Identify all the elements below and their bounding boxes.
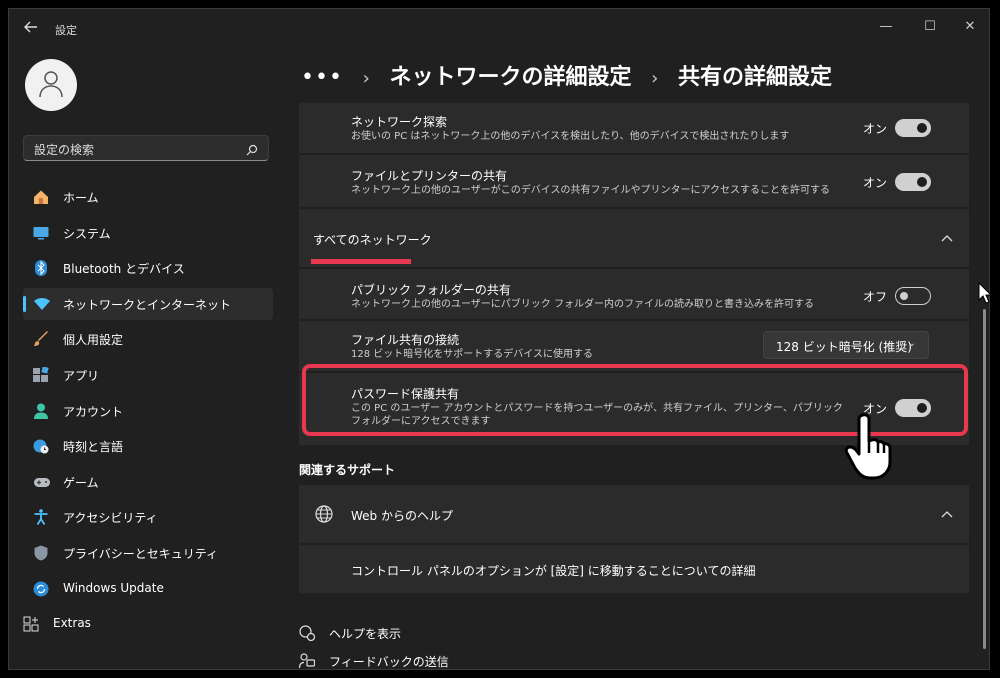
public-folder-sharing-toggle[interactable] (895, 287, 931, 305)
sidebar-item-label: アカウント (63, 404, 124, 419)
sidebar-item-privacy[interactable]: プライバシーとセキュリティ (23, 537, 273, 569)
help-link-label: ヘルプを表示 (329, 627, 402, 641)
chevron-up-icon[interactable] (941, 507, 953, 521)
brush-icon (33, 331, 49, 347)
sidebar-item-label: システム (63, 226, 111, 241)
wifi-icon (33, 296, 50, 312)
file-printer-sharing-toggle[interactable] (895, 173, 931, 191)
settings-search-input[interactable]: 設定の検索 (23, 135, 269, 161)
sidebar-item-extras[interactable]: Extras (23, 608, 273, 640)
sidebar-item-gaming[interactable]: ゲーム (23, 466, 273, 498)
sidebar-item-network[interactable]: ネットワークとインターネット (23, 287, 273, 320)
mouse-cursor-icon (978, 281, 993, 308)
chevron-up-icon[interactable] (941, 231, 953, 245)
globe-clock-icon (33, 438, 49, 454)
sidebar-item-time-language[interactable]: 時刻と言語 (23, 430, 273, 462)
breadcrumb-parent-link[interactable]: ネットワークの詳細設定 (389, 65, 631, 90)
accessibility-icon (33, 509, 49, 526)
public-folder-sharing-row[interactable]: パブリック フォルダーの共有 ネットワーク上の他のユーザーにパブリック フォルダ… (299, 269, 969, 319)
file-printer-sharing-row[interactable]: ファイルとプリンターの共有 ネットワーク上の他のユーザーがこのデバイスの共有ファ… (299, 155, 969, 207)
setting-title: ファイル共有の接続 (351, 333, 460, 347)
back-arrow-icon[interactable] (23, 19, 43, 39)
related-support-label: 関連するサポート (299, 463, 396, 477)
sidebar-item-system[interactable]: システム (23, 217, 273, 249)
breadcrumb: ••• › ネットワークの詳細設定 › 共有の詳細設定 (301, 59, 832, 91)
avatar[interactable] (25, 59, 77, 111)
maximize-button[interactable]: ☐ (915, 15, 945, 39)
private-network-card: ネットワーク探索 お使いの PC はネットワーク上の他のデバイスを検出したり、他… (299, 103, 969, 207)
sidebar-item-label: Windows Update (63, 580, 164, 595)
section-header: すべてのネットワーク (313, 233, 432, 247)
sidebar-item-label: プライバシーとセキュリティ (63, 546, 219, 561)
title-bar: 設定 — ☐ ✕ (9, 9, 989, 49)
search-placeholder: 設定の検索 (34, 143, 95, 157)
breadcrumb-separator: › (651, 68, 659, 89)
sidebar-item-home[interactable]: ホーム (23, 181, 273, 213)
feedback-link-label: フィードバックの送信 (329, 655, 449, 669)
control-panel-link[interactable]: コントロール パネルのオプションが [設定] に移動することについての詳細 (351, 562, 755, 579)
sidebar-item-label: Bluetooth とデバイス (63, 262, 185, 277)
sidebar-item-apps[interactable]: アプリ (23, 359, 273, 391)
sidebar-item-label: 時刻と言語 (63, 440, 124, 455)
breadcrumb-separator: › (362, 68, 370, 89)
sidebar-item-label: アプリ (63, 368, 100, 383)
bluetooth-icon (33, 260, 49, 277)
account-icon (33, 403, 49, 419)
app-title: 設定 (55, 24, 77, 37)
minimize-button[interactable]: — (871, 15, 901, 39)
sidebar-item-accounts[interactable]: アカウント (23, 395, 273, 427)
sidebar-item-personalization[interactable]: 個人用設定 (23, 323, 273, 355)
toggle-state-label: オン (863, 122, 888, 136)
related-support-card: Web からのヘルプ コントロール パネルのオプションが [設定] に移動するこ… (299, 485, 969, 593)
sidebar-item-label: Extras (53, 616, 91, 631)
setting-description: お使いの PC はネットワーク上の他のデバイスを検出したり、他のデバイスで検出さ… (351, 131, 790, 142)
setting-title: ネットワーク探索 (351, 115, 448, 129)
monitor-icon (33, 225, 49, 241)
sidebar-item-label: ネットワークとインターネット (63, 297, 232, 312)
setting-description: ネットワーク上の他のユーザーにパブリック フォルダー内のファイルの読み取りと書き… (351, 299, 814, 310)
help-icon (299, 625, 316, 644)
sidebar-item-bluetooth[interactable]: Bluetooth とデバイス (23, 252, 273, 284)
home-icon (33, 189, 49, 205)
breadcrumb-more-button[interactable]: ••• (301, 65, 343, 90)
dropdown-value: 128 ビット暗号化 (推奨) (776, 340, 912, 354)
settings-window: 設定 — ☐ ✕ 設定の検索 ホーム システム Bluetooth とデバイス … (8, 8, 990, 670)
setting-description: 128 ビット暗号化をサポートするデバイスに使用する (351, 349, 593, 360)
network-discovery-row[interactable]: ネットワーク探索 お使いの PC はネットワーク上の他のデバイスを検出したり、他… (299, 103, 969, 153)
toggle-state-label: オン (863, 176, 888, 190)
close-button[interactable]: ✕ (955, 15, 985, 39)
setting-description: ネットワーク上の他のユーザーがこのデバイスの共有ファイルやプリンターにアクセスす… (351, 185, 830, 196)
scrollbar[interactable] (983, 309, 986, 649)
sidebar-item-accessibility[interactable]: アクセシビリティ (23, 501, 273, 533)
sidebar-nav: ホーム システム Bluetooth とデバイス ネットワークとインターネット … (23, 181, 273, 644)
sidebar-item-label: ゲーム (63, 475, 99, 490)
network-discovery-toggle[interactable] (895, 119, 931, 137)
sidebar-item-label: ホーム (63, 191, 99, 205)
search-icon[interactable] (246, 141, 258, 160)
sidebar-item-label: アクセシビリティ (63, 511, 158, 526)
sidebar-item-windows-update[interactable]: Windows Update (23, 573, 273, 605)
sidebar-item-label: 個人用設定 (63, 333, 124, 348)
encryption-dropdown[interactable]: 128 ビット暗号化 (推奨) ⌄ (763, 331, 929, 359)
apps-icon (33, 366, 49, 383)
page-title: 共有の詳細設定 (678, 65, 833, 90)
hand-pointer-icon (843, 411, 899, 487)
setting-title: パブリック フォルダーの共有 (351, 283, 511, 297)
web-help-label: Web からのヘルプ (351, 509, 453, 523)
toggle-state-label: オフ (863, 290, 888, 304)
setting-title: ファイルとプリンターの共有 (351, 169, 508, 183)
chevron-down-icon: ⌄ (907, 338, 916, 349)
update-icon (33, 581, 49, 597)
extras-icon (23, 616, 39, 632)
highlight-underline (311, 259, 411, 264)
gamepad-icon (33, 474, 50, 490)
feedback-icon (298, 653, 316, 669)
shield-icon (33, 545, 49, 561)
control-panel-link-row[interactable]: コントロール パネルのオプションが [設定] に移動することについての詳細 (299, 545, 969, 593)
web-help-row[interactable]: Web からのヘルプ (299, 485, 969, 543)
globe-icon (315, 505, 333, 527)
